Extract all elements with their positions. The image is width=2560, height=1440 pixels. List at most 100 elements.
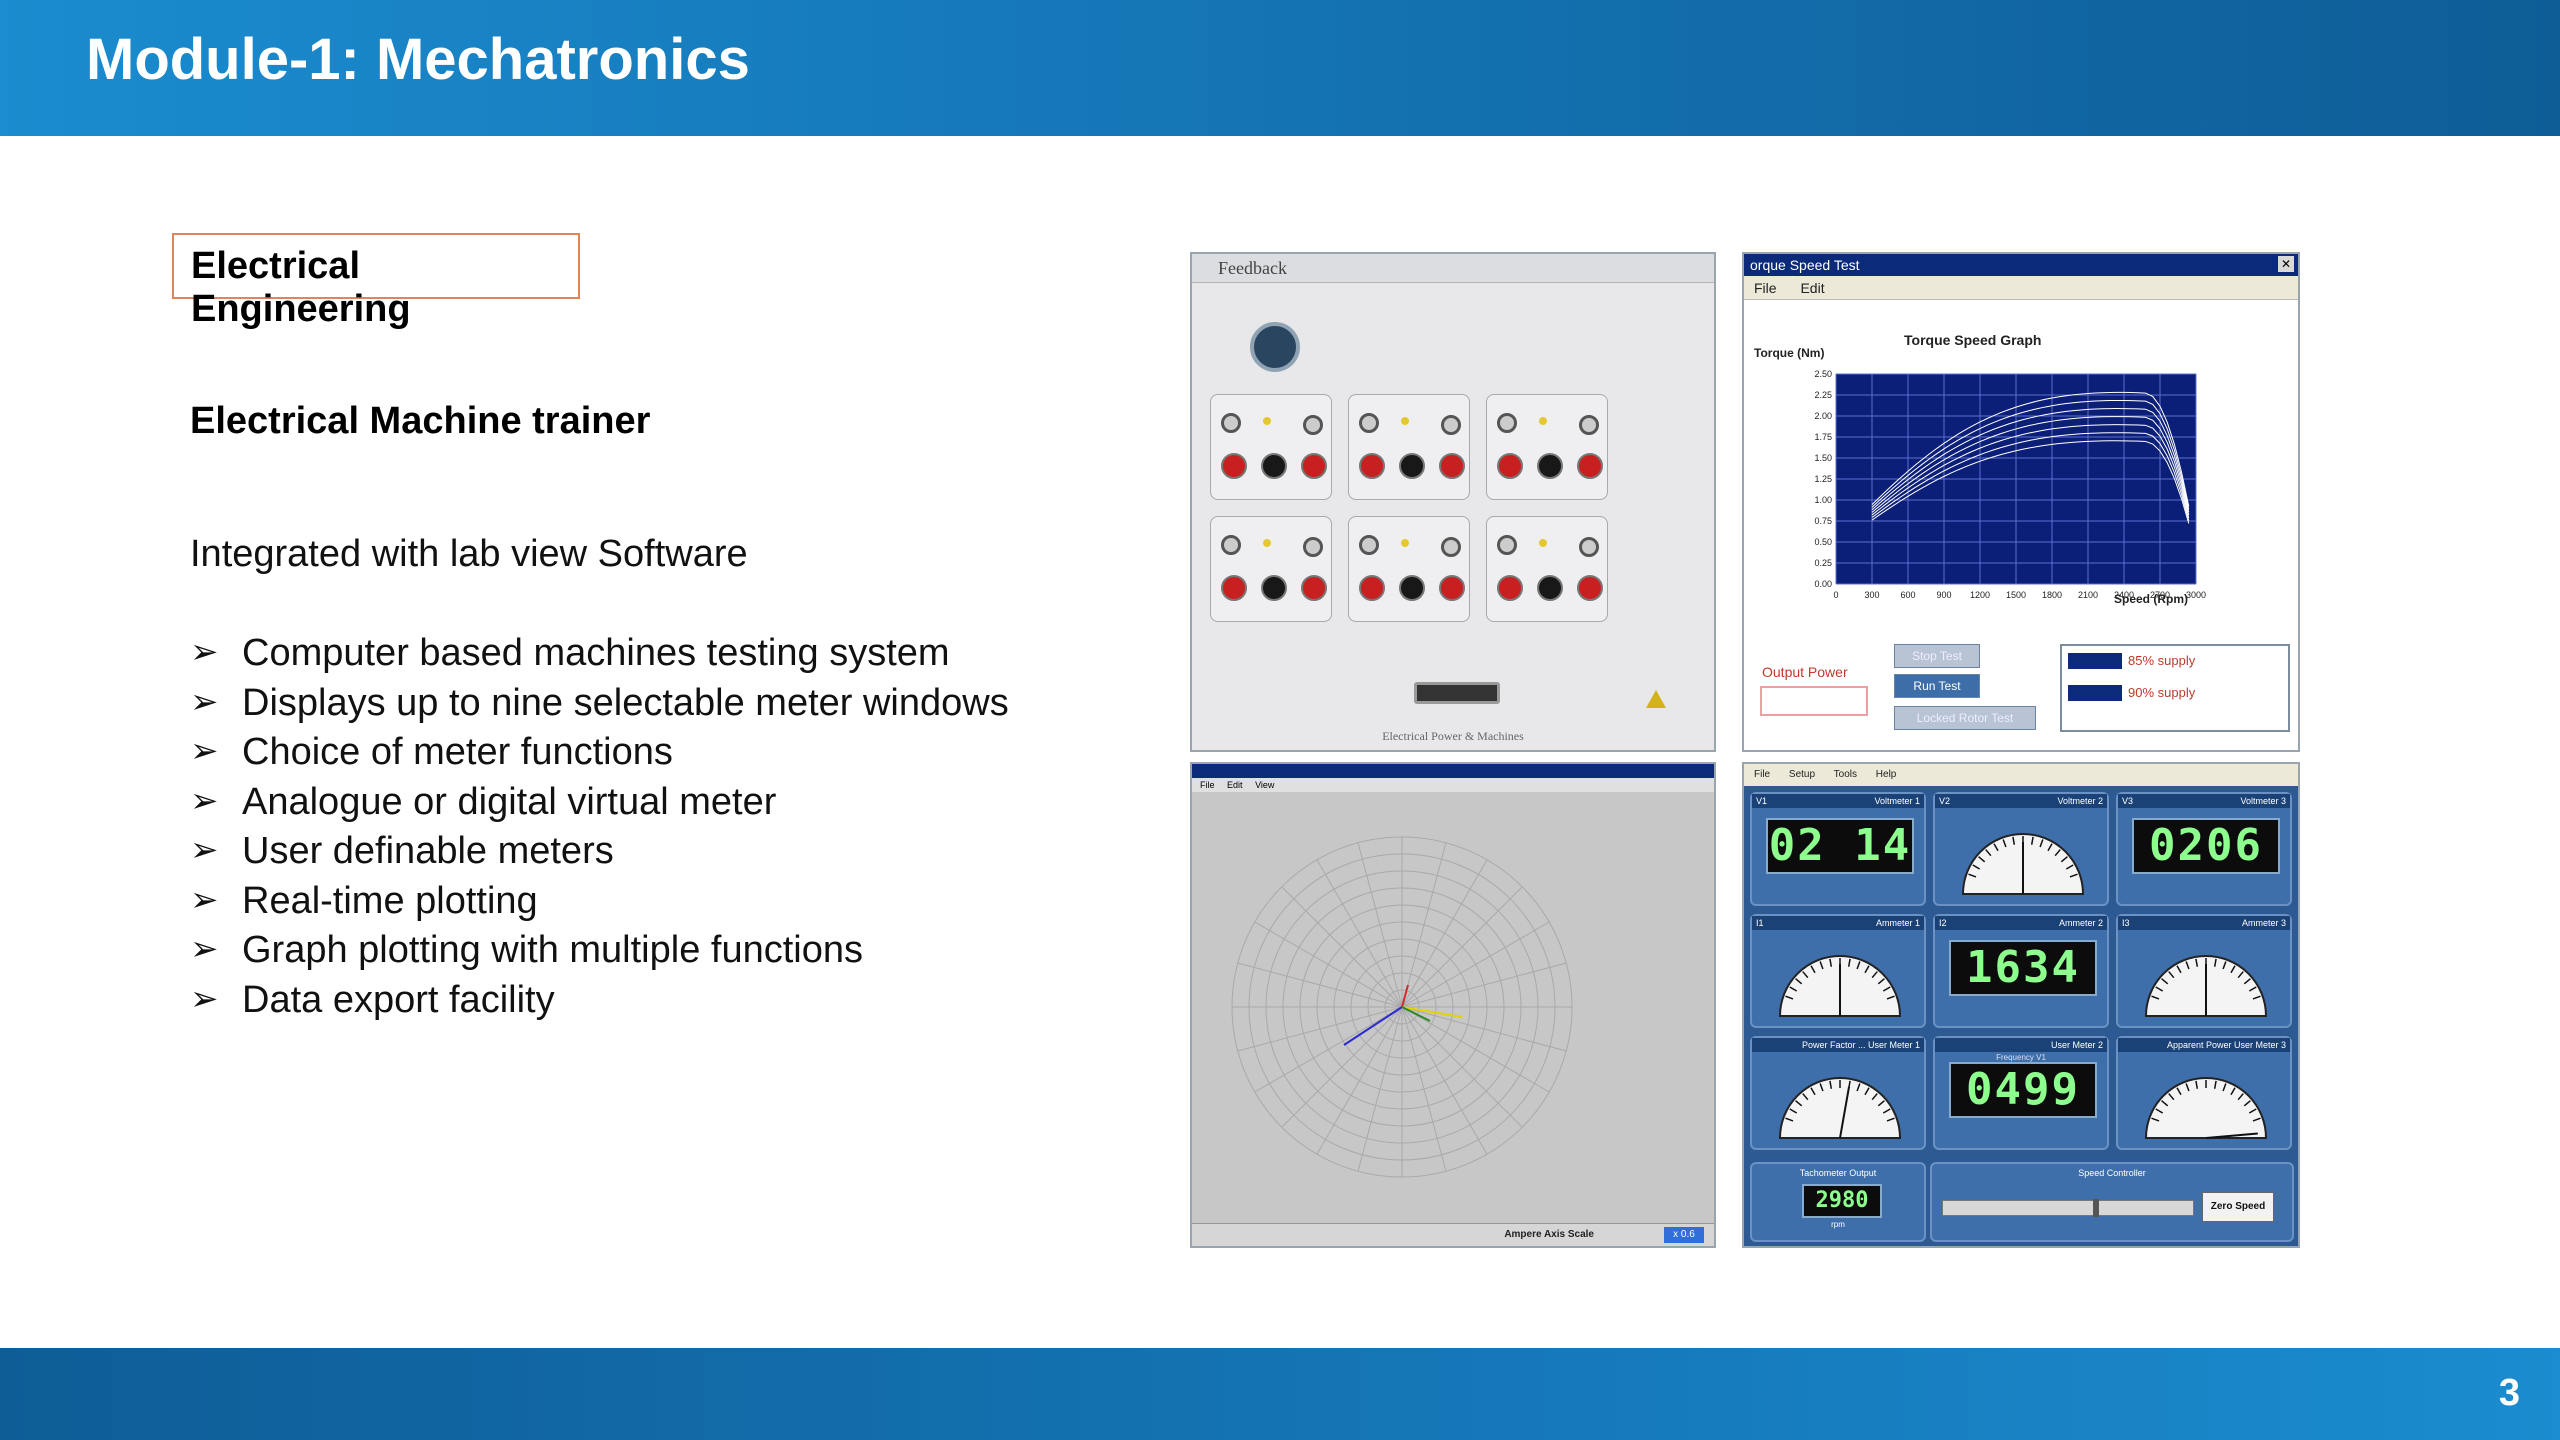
run-test-button[interactable]: Run Test xyxy=(1894,674,1980,698)
y-tick-label: 0.50 xyxy=(1814,537,1832,547)
menu-edit[interactable]: Edit xyxy=(1800,280,1824,296)
arrow-bullet-icon: ➢ xyxy=(190,781,219,820)
y-tick-label: 2.25 xyxy=(1814,390,1832,400)
menu-help[interactable]: Help xyxy=(1876,769,1897,780)
trainer-module xyxy=(1348,394,1470,500)
red-terminal-icon xyxy=(1301,453,1327,479)
red-terminal-icon xyxy=(1359,575,1385,601)
polar-spoke xyxy=(1237,962,1403,1008)
section-tag-label: Electrical Engineering xyxy=(191,245,411,330)
analogue-meter[interactable]: Power Factor ... User Meter 1 xyxy=(1750,1036,1926,1150)
analogue-meter[interactable]: Apparent Power User Meter 3 xyxy=(2116,1036,2292,1150)
arrow-bullet-icon: ➢ xyxy=(190,633,219,671)
trainer-module xyxy=(1486,516,1608,622)
y-tick-label: 1.00 xyxy=(1814,495,1832,505)
y-tick-label: 0.25 xyxy=(1814,558,1832,568)
y-tick-label: 2.00 xyxy=(1814,411,1832,421)
page-number: 3 xyxy=(2498,1372,2520,1414)
switch-icon xyxy=(1303,415,1323,435)
slider-thumb[interactable] xyxy=(2093,1199,2099,1217)
gauge-dial xyxy=(1961,833,2085,895)
polar-spoke xyxy=(1401,859,1488,1008)
black-terminal-icon xyxy=(1261,453,1287,479)
axis-scale-label: Ampere Axis Scale xyxy=(1504,1229,1594,1240)
footer-bar: 3 xyxy=(0,1348,2560,1440)
red-terminal-icon xyxy=(1577,453,1603,479)
meter-header: V1 Voltmeter 1 xyxy=(1752,794,1924,808)
menu-file[interactable]: File xyxy=(1754,280,1777,296)
digital-meter[interactable]: V1 Voltmeter 1 02 14 xyxy=(1750,792,1926,906)
axis-scale-value[interactable]: x 0.6 xyxy=(1664,1227,1704,1243)
x-tick-label: 3000 xyxy=(2186,590,2206,600)
digital-readout: 1634 xyxy=(1949,940,2097,996)
trainer-module xyxy=(1210,516,1332,622)
red-terminal-icon xyxy=(1497,453,1523,479)
gauge-dial xyxy=(2144,955,2268,1017)
meter-code: I3 xyxy=(2122,918,2130,928)
close-icon[interactable]: ✕ xyxy=(2278,256,2294,272)
menu-setup[interactable]: Setup xyxy=(1789,769,1815,780)
tachometer-label: Tachometer Output xyxy=(1799,1168,1877,1178)
x-tick-label: 600 xyxy=(1900,590,1915,600)
y-tick-label: 0.00 xyxy=(1814,579,1832,589)
analogue-meter[interactable]: V2 Voltmeter 2 xyxy=(1933,792,2109,906)
list-item[interactable]: 90% supply xyxy=(2068,682,2258,704)
dial-icon xyxy=(1359,413,1379,433)
zero-speed-button[interactable]: Zero Speed xyxy=(2202,1192,2274,1222)
supply-list[interactable]: 85% supply 90% supply xyxy=(2060,644,2290,732)
digital-readout: 02 14 xyxy=(1766,818,1914,874)
graph-x-label: Speed (Rpm) xyxy=(2114,592,2189,606)
x-tick-label: 300 xyxy=(1864,590,1879,600)
switch-icon xyxy=(1441,415,1461,435)
x-tick-label: 1500 xyxy=(2006,590,2026,600)
locked-rotor-test-button[interactable]: Locked Rotor Test xyxy=(1894,706,2036,730)
meter-header: User Meter 2 xyxy=(1935,1038,2107,1052)
menu-file[interactable]: File xyxy=(1754,769,1770,780)
trainer-hardware-image: Feedback Electrical Power & Machines xyxy=(1190,252,1716,752)
red-terminal-icon xyxy=(1359,453,1385,479)
digital-readout: 0206 xyxy=(2132,818,2280,874)
torque-speed-plot: 0 300 600 900 1200 1500 1800 2100 2400 2700 30002.… xyxy=(1814,369,2206,600)
polar-spoke xyxy=(1401,1006,1447,1172)
window-titlebar xyxy=(1192,764,1714,778)
y-tick-label: 0.75 xyxy=(1814,516,1832,526)
menu-file[interactable]: File xyxy=(1200,780,1215,790)
window-title: orque Speed Test xyxy=(1750,257,1860,273)
polar-spoke xyxy=(1254,1006,1403,1093)
x-tick-label: 0 xyxy=(1833,590,1838,600)
trainer-footer: Electrical Power & Machines xyxy=(1382,729,1524,743)
menu-view[interactable]: View xyxy=(1255,780,1274,790)
meter-name: Voltmeter 1 xyxy=(1874,796,1920,806)
list-item: ➢ Choice of meter functions xyxy=(190,731,673,773)
meter-name: Ammeter 2 xyxy=(2058,918,2103,928)
tachometer-display: 2980 xyxy=(1802,1184,1882,1218)
meter-code: V2 xyxy=(1939,796,1951,806)
graph-y-label: Torque (Nm) xyxy=(1754,346,1825,360)
switch-icon xyxy=(1579,537,1599,557)
power-knob-icon xyxy=(1250,322,1300,372)
list-item: ➢ Data export facility xyxy=(190,978,555,1021)
meter-name: User Meter 2 xyxy=(2050,1040,2103,1050)
digital-meter[interactable]: I2 Ammeter 2 1634 xyxy=(1933,914,2109,1028)
menu-edit[interactable]: Edit xyxy=(1227,780,1243,790)
x-tick-label: 2100 xyxy=(2078,590,2098,600)
window-titlebar: orque Speed Test ✕ xyxy=(1744,254,2298,276)
graph-title: Torque Speed Graph xyxy=(1904,332,2042,348)
digital-meter[interactable]: V3 Voltmeter 3 0206 xyxy=(2116,792,2292,906)
arrow-bullet-icon: ➢ xyxy=(190,979,219,1018)
digital-meter[interactable]: User Meter 2 0499 Frequency V1 xyxy=(1933,1036,2109,1150)
menu-tools[interactable]: Tools xyxy=(1834,769,1857,780)
analogue-meter[interactable]: I3 Ammeter 3 xyxy=(2116,914,2292,1028)
list-item[interactable]: 85% supply xyxy=(2068,650,2258,672)
speed-controller-label: Speed Controller xyxy=(2078,1168,2146,1178)
polar-spoke xyxy=(1357,842,1403,1008)
output-power-field[interactable] xyxy=(1760,686,1868,716)
stop-test-button[interactable]: Stop Test xyxy=(1894,644,1980,668)
red-terminal-icon xyxy=(1577,575,1603,601)
tachometer-unit: rpm xyxy=(1831,1220,1845,1229)
analogue-meter[interactable]: I1 Ammeter 1 xyxy=(1750,914,1926,1028)
list-item: ➢ Computer based machines testing system xyxy=(190,632,950,674)
red-terminal-icon xyxy=(1439,453,1465,479)
list-item: ➢ Displays up to nine selectable meter wi… xyxy=(190,681,1009,724)
speed-slider[interactable] xyxy=(1942,1199,2194,1217)
